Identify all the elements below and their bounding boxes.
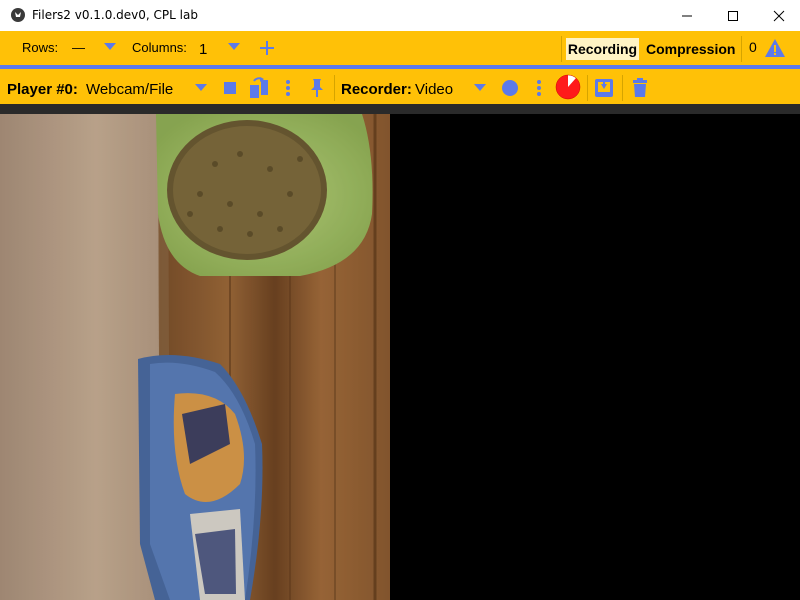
player-source-dropdown-icon[interactable]	[195, 84, 207, 92]
app-window: Filers2 v0.1.0.dev0, CPL lab Rows: — Col…	[0, 0, 800, 600]
warning-icon[interactable]	[764, 38, 786, 58]
columns-label: Columns:	[132, 40, 187, 55]
minimize-button[interactable]	[664, 0, 710, 31]
player-label: Player #0:	[7, 81, 78, 98]
disk-usage-pie-icon	[555, 74, 581, 100]
refresh-icon[interactable]	[248, 77, 270, 99]
pin-icon[interactable]	[309, 78, 325, 98]
toolbar-shadow	[0, 104, 800, 114]
rows-dropdown-icon[interactable]	[104, 43, 116, 51]
more-vert-icon[interactable]	[285, 79, 291, 97]
divider	[741, 36, 742, 62]
webcam-video-frame	[0, 114, 390, 600]
title-bar: Filers2 v0.1.0.dev0, CPL lab	[0, 0, 800, 31]
kivy-app-icon	[11, 8, 25, 22]
record-icon[interactable]	[501, 79, 519, 97]
delete-icon[interactable]	[632, 78, 648, 98]
player-source-select[interactable]: Webcam/File	[86, 81, 173, 98]
tab-compression[interactable]: Compression	[646, 41, 735, 57]
columns-value[interactable]: 1	[199, 41, 207, 58]
divider	[561, 36, 562, 62]
divider	[587, 75, 588, 101]
empty-player-area	[390, 114, 800, 600]
recorder-label: Recorder:	[341, 81, 412, 98]
rows-label: Rows:	[22, 40, 59, 55]
window-title: Filers2 v0.1.0.dev0, CPL lab	[32, 8, 198, 22]
tab-recording[interactable]: Recording	[566, 38, 639, 60]
maximize-button[interactable]	[710, 0, 756, 31]
recorder-type-dropdown-icon[interactable]	[474, 84, 486, 92]
video-image	[0, 114, 390, 600]
columns-dropdown-icon[interactable]	[228, 43, 240, 51]
warning-count: 0	[749, 39, 757, 55]
download-icon[interactable]	[594, 78, 614, 98]
recorder-type-select[interactable]: Video	[415, 81, 453, 98]
divider	[334, 75, 335, 101]
divider	[622, 75, 623, 101]
close-button[interactable]	[756, 0, 800, 31]
stop-icon[interactable]	[224, 82, 236, 94]
add-icon[interactable]	[259, 40, 275, 56]
more-vert-icon[interactable]	[536, 79, 542, 97]
rows-value[interactable]: —	[72, 40, 85, 55]
